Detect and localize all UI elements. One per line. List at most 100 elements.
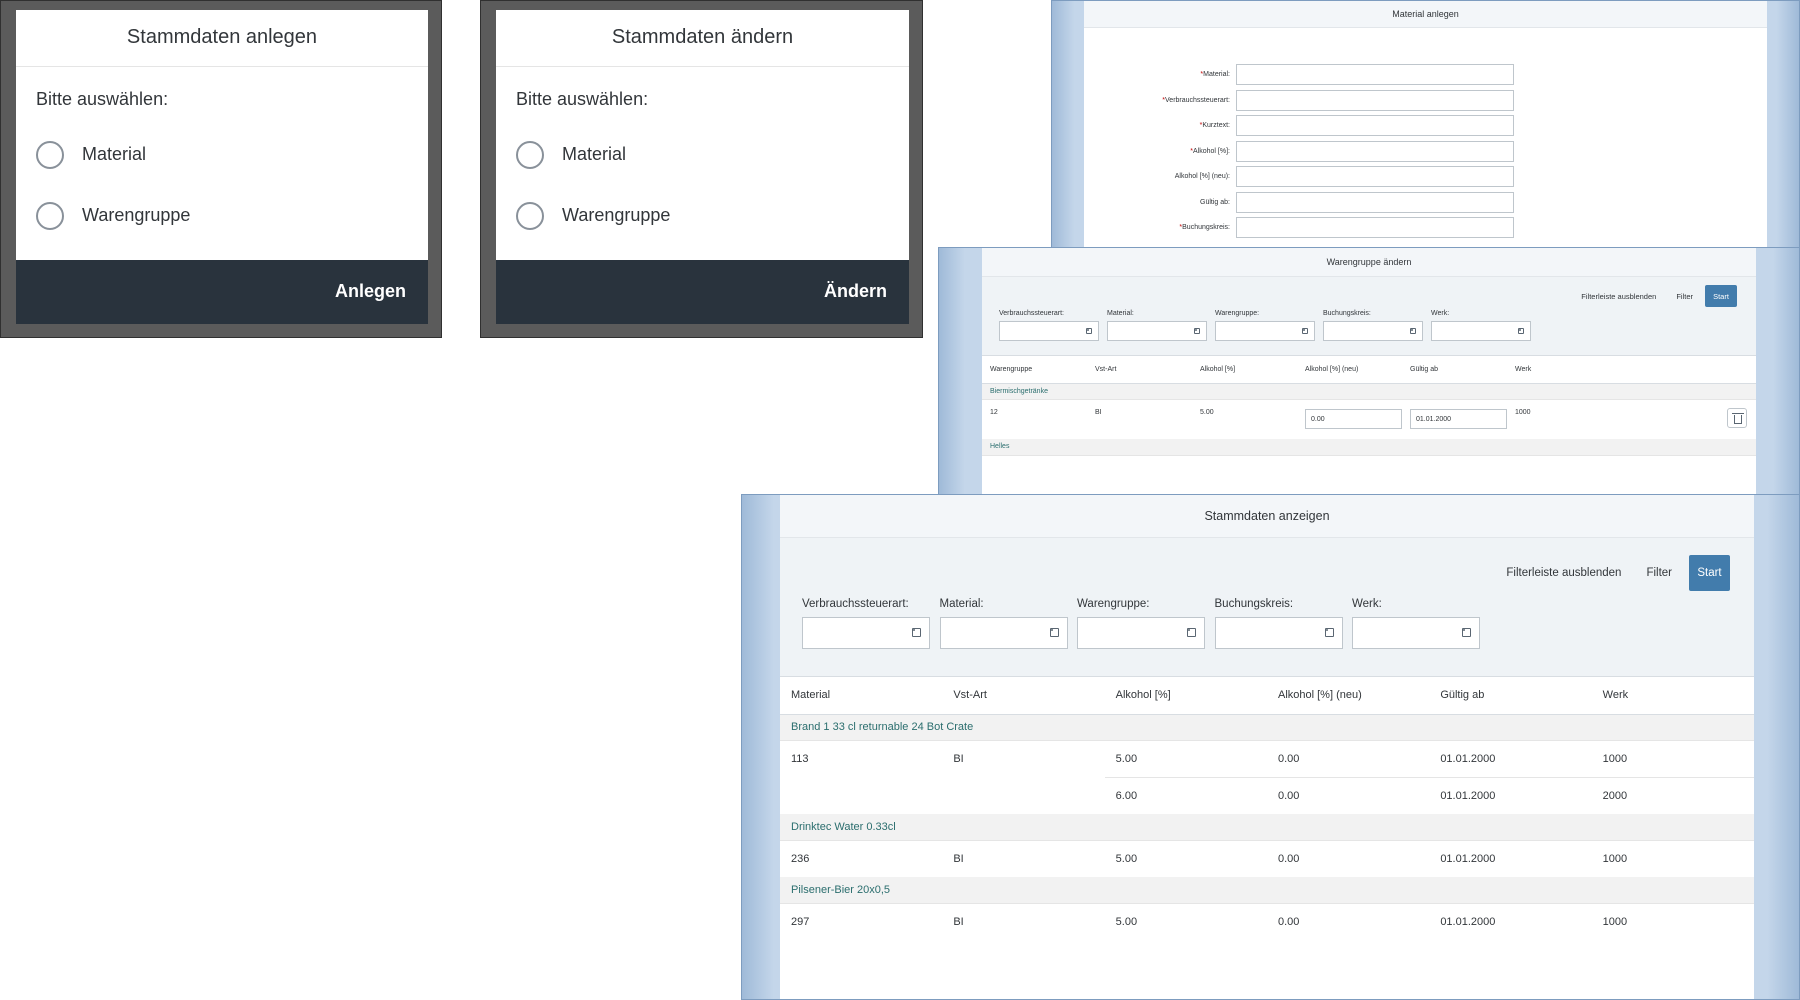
- table-cell: 6.00: [1115, 789, 1138, 802]
- filter-input[interactable]: [1323, 321, 1423, 341]
- form-input[interactable]: [1236, 64, 1514, 85]
- value-help-icon[interactable]: [1194, 328, 1200, 334]
- column-header[interactable]: Gültig ab: [1402, 356, 1507, 384]
- form-label: *Kurztext:: [1084, 122, 1236, 129]
- value-help-icon[interactable]: [1187, 628, 1196, 637]
- group-name: Helles: [982, 439, 1756, 456]
- table-row[interactable]: 297 BI 5.00 0.00 01.01.2000 1000: [780, 903, 1754, 940]
- group-header-row[interactable]: Biermischgetränke: [982, 383, 1756, 400]
- anlegen-button[interactable]: Anlegen: [335, 281, 406, 302]
- radio-circle-icon[interactable]: [516, 140, 544, 169]
- filter-input[interactable]: [1077, 617, 1205, 649]
- filter-input[interactable]: [1107, 321, 1207, 341]
- form-input[interactable]: [1236, 191, 1514, 213]
- filter-button[interactable]: Filter: [1676, 292, 1693, 301]
- valid-from-input[interactable]: [1410, 409, 1507, 430]
- filter-button[interactable]: Filter: [1646, 567, 1672, 579]
- column-header[interactable]: Alkohol [%] (neu): [1297, 356, 1402, 384]
- table-cell: 01.01.2000: [1440, 915, 1496, 928]
- filter-input[interactable]: [1431, 321, 1531, 341]
- form-row: *Alkohol [%]:: [1084, 140, 1514, 162]
- value-help-icon[interactable]: [912, 628, 921, 637]
- dialog-create: Stammdaten anlegen Bitte auswählen: Mate…: [16, 10, 428, 324]
- table-cell: 2000: [1602, 789, 1628, 802]
- group-header-row[interactable]: Brand 1 33 cl returnable 24 Bot Crate: [780, 714, 1754, 741]
- material-create-title: Material anlegen: [1084, 1, 1767, 28]
- dialog-change-body: Bitte auswählen: Material Warengruppe: [496, 67, 909, 260]
- value-help-icon[interactable]: [1302, 328, 1308, 334]
- table-row[interactable]: 12 BI 5.00 1000: [982, 399, 1756, 439]
- form-label-text: Buchungskreis:: [1182, 224, 1230, 231]
- form-input[interactable]: [1236, 115, 1514, 136]
- hide-filterbar-button[interactable]: Filterleiste ausblenden: [1506, 567, 1621, 579]
- filter-input[interactable]: [802, 617, 930, 649]
- column-header[interactable]: Alkohol [%]: [1104, 677, 1267, 715]
- column-header[interactable]: Werk: [1591, 677, 1754, 715]
- column-header[interactable]: Werk: [1507, 356, 1612, 384]
- filter-label: Material:: [939, 598, 984, 610]
- value-help-icon[interactable]: [1086, 328, 1092, 334]
- column-header[interactable]: Alkohol [%] (neu): [1266, 677, 1430, 715]
- value-help-icon[interactable]: [1324, 628, 1334, 637]
- radio-circle-icon[interactable]: [36, 201, 64, 230]
- dialog-change-frame: Stammdaten ändern Bitte auswählen: Mater…: [480, 0, 923, 338]
- start-button[interactable]: Start: [1705, 285, 1737, 307]
- filter-input[interactable]: [1214, 617, 1343, 649]
- radio-label: Material: [562, 144, 627, 165]
- column-header[interactable]: Warengruppe: [982, 356, 1087, 384]
- filter-input[interactable]: [999, 321, 1099, 341]
- display-table: Material Vst-Art Alkohol [%] Alkohol [%] (n…: [780, 677, 1754, 940]
- group-header-row[interactable]: Helles: [982, 439, 1756, 456]
- table-cell: 297: [791, 915, 810, 928]
- radio-material[interactable]: Material: [516, 138, 889, 172]
- table-cell: 0.00: [1277, 789, 1300, 802]
- material-create-window: Material anlegen *Material: *Verbrauchsst…: [1051, 0, 1800, 248]
- dialog-create-title: Stammdaten anlegen: [16, 10, 428, 67]
- filter-field: Warengruppe:: [1077, 598, 1205, 649]
- radio-material[interactable]: Material: [36, 138, 408, 172]
- value-help-icon[interactable]: [1462, 628, 1471, 637]
- form-input[interactable]: [1236, 217, 1514, 238]
- column-header[interactable]: Vst-Art: [942, 677, 1105, 715]
- form-label: Alkohol [%] (neu):: [1084, 173, 1236, 180]
- radio-label: Material: [82, 144, 147, 165]
- group-name: Biermischgetränke: [982, 383, 1756, 400]
- table-row[interactable]: 113 BI 5.00 0.00 01.01.2000 1000: [780, 740, 1754, 778]
- table-row[interactable]: 6.00 0.00 01.01.2000 2000: [780, 777, 1754, 814]
- filter-field: Werk:: [1431, 310, 1531, 341]
- filter-input[interactable]: [939, 617, 1068, 649]
- form-input[interactable]: [1236, 166, 1514, 187]
- trash-icon[interactable]: [1727, 408, 1747, 429]
- group-header-row[interactable]: Drinktec Water 0.33cl: [780, 814, 1754, 841]
- form-input[interactable]: [1236, 89, 1514, 111]
- column-header-actions: [1612, 356, 1756, 384]
- value-help-icon[interactable]: [1049, 628, 1059, 637]
- start-button[interactable]: Start: [1689, 555, 1730, 591]
- display-page: Stammdaten anzeigen Filterleiste ausblen…: [780, 495, 1754, 999]
- radio-warengruppe[interactable]: Warengruppe: [36, 199, 408, 233]
- radio-circle-icon[interactable]: [36, 140, 64, 169]
- column-header[interactable]: Alkohol [%]: [1192, 356, 1297, 384]
- value-help-icon[interactable]: [1410, 328, 1416, 334]
- form-row: *Verbrauchssteuerart:: [1084, 89, 1514, 111]
- form-label-text: Alkohol [%]:: [1193, 147, 1230, 155]
- column-header[interactable]: Vst-Art: [1087, 356, 1192, 384]
- form-label-text: Kurztext:: [1202, 122, 1230, 129]
- table-row[interactable]: 236 BI 5.00 0.00 01.01.2000 1000: [780, 840, 1754, 877]
- radio-circle-icon[interactable]: [516, 201, 544, 230]
- radio-warengruppe[interactable]: Warengruppe: [516, 199, 889, 233]
- aendern-button[interactable]: Ändern: [824, 281, 887, 302]
- filter-input[interactable]: [1215, 321, 1315, 341]
- group-change-window: Warengruppe ändern Filterleiste ausblend…: [938, 247, 1800, 495]
- filter-label: Warengruppe:: [1077, 598, 1150, 610]
- column-header[interactable]: Gültig ab: [1429, 677, 1592, 715]
- filter-label: Buchungskreis:: [1214, 598, 1294, 610]
- column-header[interactable]: Material: [780, 677, 943, 715]
- filter-input[interactable]: [1352, 617, 1480, 649]
- hide-filterbar-button[interactable]: Filterleiste ausblenden: [1581, 292, 1656, 301]
- form-input[interactable]: [1236, 140, 1514, 162]
- alcohol-new-input[interactable]: [1305, 409, 1402, 430]
- table-cell: BI: [1095, 408, 1102, 416]
- group-header-row[interactable]: Pilsener-Bier 20x0,5: [780, 877, 1754, 904]
- value-help-icon[interactable]: [1518, 328, 1524, 334]
